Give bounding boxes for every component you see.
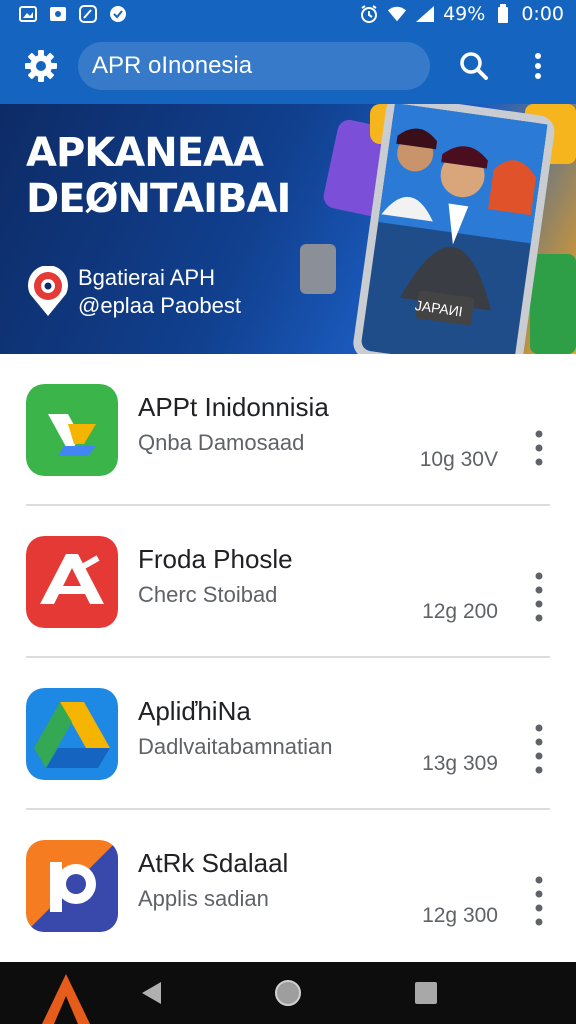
app-name: ApliďhiNa [138, 696, 251, 726]
app-name: APPt Inidonnisia [138, 392, 329, 422]
banner-subtitle-line2: @eplaa Paobest [78, 293, 242, 318]
app-logo-icon [36, 974, 96, 1024]
gear-icon [25, 50, 57, 82]
search-input[interactable] [92, 52, 430, 80]
home-circle-icon [275, 980, 301, 1006]
brand-logo-icon [24, 265, 72, 318]
list-item[interactable]: ApliďhiNa Dadlvaitabamnatian 13g 309 [0, 658, 576, 810]
search-button[interactable] [450, 42, 498, 90]
back-triangle-icon [142, 982, 161, 1004]
app-size: 12g 200 [422, 600, 498, 623]
banner-title-line1: APKANEAA [26, 130, 264, 176]
banner-title-line2: DEØNTAIBAI [26, 176, 291, 222]
edit-notification-icon [78, 4, 98, 24]
banner-subtitle-line1: Bgatierai APH [78, 265, 215, 290]
system-status: 49% 0:00 [359, 3, 564, 25]
clock: 0:00 [521, 3, 564, 25]
app-subtitle: Qnba Damosaad [138, 430, 305, 455]
check-notification-icon [108, 4, 128, 24]
image-notification-icon [18, 4, 38, 24]
system-nav-bar [0, 962, 576, 1024]
message-notification-icon [48, 4, 68, 24]
list-item[interactable]: APPt Inidonnisia Qnba Damosaad 10g 30V [0, 354, 576, 506]
item-more-button[interactable] [528, 724, 550, 774]
recents-button[interactable] [403, 970, 449, 1016]
more-vert-icon [535, 430, 543, 466]
promo-banner[interactable]: APKANEAA DEØNTAIBAI Bgatierai APH @eplaa… [0, 104, 576, 354]
recents-square-icon [415, 982, 437, 1004]
signal-icon [415, 4, 435, 24]
home-button[interactable] [265, 970, 311, 1016]
list-item[interactable]: Froda Phosle Cherc Stoibad 12g 200 [0, 506, 576, 658]
drive-triangle-icon [26, 688, 118, 780]
battery-icon [493, 4, 513, 24]
banner-subtitle: Bgatierai APH @eplaa Paobest [78, 264, 241, 320]
search-field[interactable] [78, 42, 430, 90]
item-more-button[interactable] [528, 428, 550, 468]
battery-percent: 49% [443, 3, 486, 25]
notification-icons [18, 4, 128, 24]
app-name: AtRk Sdalaal [138, 848, 289, 878]
item-more-button[interactable] [528, 572, 550, 622]
overflow-menu-button[interactable] [514, 42, 562, 90]
app-size: 13g 309 [422, 752, 498, 775]
status-bar: 49% 0:00 [0, 0, 576, 28]
app-size: 12g 300 [422, 904, 498, 927]
more-vert-icon [535, 876, 543, 926]
more-vert-icon [535, 724, 543, 774]
green-drive-icon [26, 384, 118, 476]
red-a-icon [26, 536, 118, 628]
back-button[interactable] [128, 970, 174, 1016]
banner-phone-illustration: JAPAИI [300, 104, 576, 354]
app-subtitle: Applis sadian [138, 886, 269, 911]
more-vert-icon [535, 53, 541, 79]
app-list: APPt Inidonnisia Qnba Damosaad 10g 30V F… [0, 354, 576, 962]
app-size: 10g 30V [419, 448, 498, 471]
alarm-icon [359, 4, 379, 24]
app-subtitle: Dadlvaitabamnatian [138, 734, 333, 759]
banner-title: APKANEAA DEØNTAIBAI [26, 130, 291, 222]
settings-button[interactable] [20, 45, 62, 87]
app-bar [0, 28, 576, 104]
item-more-button[interactable] [528, 876, 550, 926]
app-subtitle: Cherc Stoibad [138, 582, 278, 607]
list-item[interactable]: AtRk Sdalaal Applis sadian 12g 300 [0, 810, 576, 962]
app-name: Froda Phosle [138, 544, 293, 574]
more-vert-icon [535, 572, 543, 622]
orange-p-icon [26, 840, 118, 932]
search-icon [460, 52, 488, 80]
wifi-icon [387, 4, 407, 24]
